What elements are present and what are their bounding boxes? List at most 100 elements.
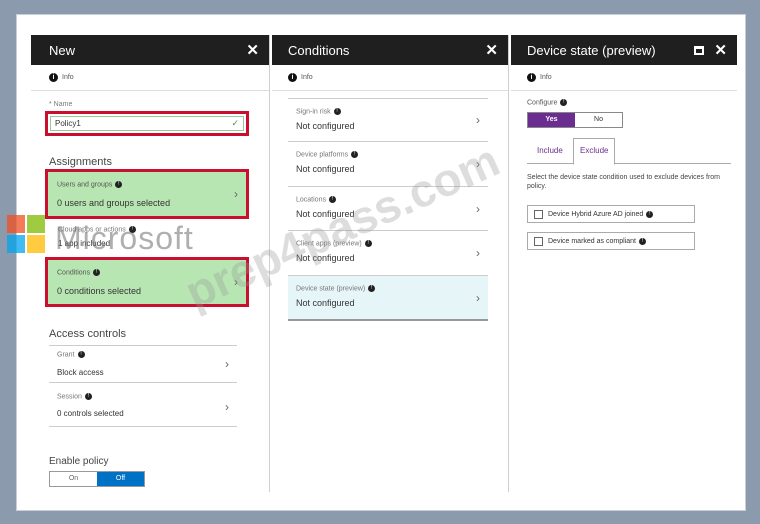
maximize-icon[interactable] [694,45,705,55]
help-icon: ! [93,269,101,276]
help-icon: ! [368,285,376,292]
conditions-value: 0 conditions selected [57,286,142,296]
help-icon: ! [646,210,654,218]
users-and-groups-row[interactable]: Users and groups! 0 users and groups sel… [45,169,249,219]
grant-row[interactable]: Grant! Block access › [49,345,237,383]
assignments-heading: Assignments [49,156,112,168]
locations-row[interactable]: Locations! Not configured › [288,187,488,231]
tab-exclude[interactable]: Exclude [573,138,616,165]
close-icon[interactable]: ✕ [714,41,727,59]
users-label: Users and groups [57,181,113,189]
conditions-row[interactable]: Conditions! 0 conditions selected › [45,257,249,307]
device-state-blade-title: Device state (preview) [527,42,656,58]
info-icon: i [527,73,536,82]
help-icon: ! [328,196,336,203]
checkmark-icon: ✓ [231,118,239,128]
grant-value: Block access [57,368,104,377]
new-blade-title: New [49,42,76,58]
tab-include[interactable]: Include [537,146,563,155]
option-label: Device marked as compliant [548,237,636,245]
cloud-apps-row[interactable]: Cloud apps or actions! 1 app included [49,222,249,262]
configure-toggle[interactable]: Yes No [527,112,623,128]
conditions-label: Conditions [57,269,91,277]
name-field-highlight: Policy1 ✓ [45,111,249,136]
name-label: * Name [49,101,73,108]
device-state-description: Select the device state condition used t… [527,174,720,190]
grant-label: Grant [57,351,75,359]
close-icon[interactable]: ✕ [485,41,498,59]
toggle-on-option[interactable]: On [50,472,97,486]
conditions-blade-title: Conditions [288,42,350,58]
toggle-off-option[interactable]: Off [97,472,144,486]
info-link[interactable]: i Info [272,65,508,91]
chevron-right-icon: › [476,290,480,305]
condition-label: Device platforms [296,151,349,159]
chevron-right-icon: › [225,357,229,371]
info-link[interactable]: i Info [511,65,737,91]
help-icon: ! [77,351,85,358]
condition-value: Not configured [296,253,355,263]
info-icon: i [288,73,297,82]
help-icon: ! [638,237,646,245]
name-value: Policy1 [55,119,81,128]
name-input[interactable]: Policy1 ✓ [50,116,244,131]
help-icon: ! [333,108,341,115]
conditions-blade-header: Conditions ✕ [272,35,508,65]
condition-label: Client apps (preview) [296,240,362,248]
access-controls-heading: Access controls [49,328,127,340]
condition-value: Not configured [296,121,355,131]
help-icon: ! [364,240,372,247]
help-icon: ! [115,181,123,188]
chevron-right-icon: › [476,246,480,260]
device-state-row[interactable]: Device state (preview)! Not configured › [288,276,488,321]
help-icon: ! [128,226,136,233]
device-state-blade: Device state (preview) ✕ i Info Configur… [511,35,737,492]
session-value: 0 controls selected [57,409,124,418]
conditions-blade: Conditions ✕ i Info Sign-in risk! Not co… [272,35,509,492]
chevron-right-icon: › [476,201,480,216]
condition-label: Sign-in risk [296,108,331,116]
info-label: Info [62,74,74,81]
marked-compliant-option[interactable]: Device marked as compliant! [527,232,695,250]
client-apps-row[interactable]: Client apps (preview)! Not configured › [288,231,488,276]
condition-value: Not configured [296,209,355,219]
option-label: Device Hybrid Azure AD joined [548,210,644,218]
chevron-right-icon: › [476,113,480,127]
tab-strip: Include Exclude [527,138,731,165]
info-label: Info [540,74,552,81]
session-row[interactable]: Session! 0 controls selected › [49,387,237,427]
chevron-right-icon: › [234,187,238,201]
users-value: 0 users and groups selected [57,198,171,208]
configure-yes-option[interactable]: Yes [528,113,575,127]
chevron-right-icon: › [225,399,229,414]
info-icon: i [49,73,58,82]
new-blade-header: New ✕ [31,35,269,65]
sign-in-risk-row[interactable]: Sign-in risk! Not configured › [288,98,488,142]
new-policy-blade: New ✕ i Info * Name Policy1 ✓ Assignment… [31,35,270,492]
enable-policy-toggle[interactable]: On Off [49,471,145,487]
help-icon: ! [84,393,92,400]
chevron-right-icon: › [476,157,480,171]
configure-no-option[interactable]: No [575,113,622,127]
screenshot-frame: New ✕ i Info * Name Policy1 ✓ Assignment… [7,14,746,511]
chevron-right-icon: › [234,275,238,289]
configure-label: Configure [527,99,558,107]
condition-value: Not configured [296,164,355,174]
cloud-apps-label: Cloud apps or actions [58,226,126,234]
help-icon: ! [560,99,568,106]
session-label: Session [57,393,82,401]
checkbox[interactable] [534,209,543,219]
condition-value: Not configured [296,298,355,308]
checkbox[interactable] [534,236,543,246]
device-state-blade-header: Device state (preview) ✕ [511,35,737,65]
close-icon[interactable]: ✕ [246,41,259,59]
enable-policy-heading: Enable policy [49,456,109,467]
info-label: Info [301,74,313,81]
condition-label: Locations [296,196,326,204]
info-link[interactable]: i Info [31,65,269,91]
device-platforms-row[interactable]: Device platforms! Not configured › [288,142,488,187]
condition-label: Device state (preview) [296,285,366,293]
help-icon: ! [351,151,359,158]
hybrid-joined-option[interactable]: Device Hybrid Azure AD joined! [527,205,695,223]
cloud-apps-value: 1 app included [58,239,111,248]
